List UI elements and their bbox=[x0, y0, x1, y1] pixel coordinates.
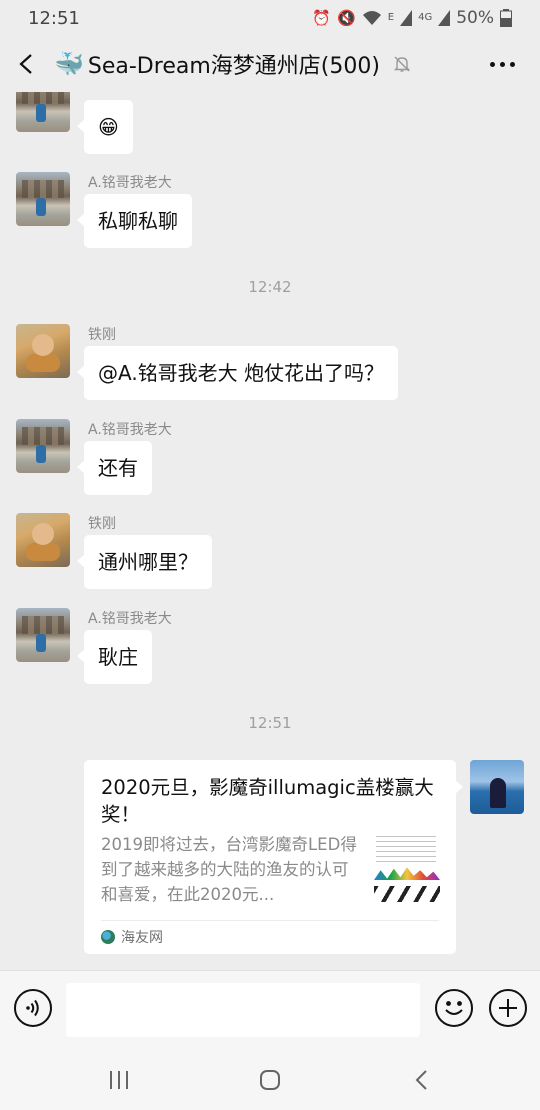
avatar[interactable] bbox=[16, 92, 70, 132]
back-button[interactable] bbox=[0, 36, 54, 92]
dot-icon bbox=[489, 61, 495, 67]
source-logo-icon bbox=[101, 930, 115, 944]
back-nav-button[interactable] bbox=[401, 1066, 441, 1094]
avatar[interactable] bbox=[16, 608, 70, 662]
status-bar: 12:51 ⏰ 🔇 E 4G 50% bbox=[0, 0, 540, 36]
battery-icon bbox=[500, 9, 512, 27]
timestamp: 12:51 bbox=[248, 714, 292, 732]
chat-header: 🐳 Sea-Dream海梦通州店(500) bbox=[0, 36, 540, 92]
smiley-icon bbox=[445, 1001, 463, 1015]
message-bubble[interactable]: 通州哪里？ bbox=[77, 535, 212, 589]
home-icon bbox=[260, 1070, 280, 1090]
sender-name: A.铭哥我老大 bbox=[88, 422, 172, 438]
chevron-left-icon bbox=[19, 54, 32, 74]
network-type-alt: 4G bbox=[418, 12, 433, 23]
recents-icon bbox=[110, 1071, 128, 1089]
mute-icon: 🔇 bbox=[337, 9, 356, 27]
voice-icon bbox=[26, 999, 39, 1017]
message-bubble[interactable]: 私聊私聊 bbox=[77, 194, 192, 248]
spectrum-graphic bbox=[374, 867, 440, 880]
avatar[interactable] bbox=[16, 419, 70, 473]
more-functions-button[interactable] bbox=[489, 989, 527, 1027]
divider bbox=[101, 920, 439, 921]
dot-icon bbox=[509, 61, 515, 67]
sender-name: 铁刚 bbox=[88, 516, 116, 532]
message-bubble[interactable]: @A.铭哥我老大 炮仗花出了吗？ bbox=[76, 346, 399, 400]
whale-icon: 🐳 bbox=[54, 50, 84, 78]
input-bar bbox=[0, 970, 540, 1050]
link-card[interactable]: 2020元旦，影魔奇illumagic盖楼赢大奖！ 2019即将过去，台湾影魔奇… bbox=[84, 760, 463, 954]
source-name: 海友网 bbox=[121, 930, 163, 946]
recents-button[interactable] bbox=[99, 1066, 139, 1094]
dot-icon bbox=[499, 61, 505, 67]
sender-name: A.铭哥我老大 bbox=[88, 611, 172, 627]
plus-icon bbox=[499, 999, 517, 1017]
battery-percent: 50% bbox=[456, 8, 494, 28]
spec-table-graphic bbox=[376, 836, 436, 864]
link-card-description: 2019即将过去，台湾影魔奇LED得到了越来越多的大陆的渔友的认可和喜爱，在此2… bbox=[101, 835, 357, 904]
wifi-icon bbox=[362, 11, 381, 25]
link-card-title: 2020元旦，影魔奇illumagic盖楼赢大奖！ bbox=[101, 776, 434, 826]
link-card-thumbnail bbox=[372, 834, 442, 906]
bell-off-icon bbox=[392, 54, 412, 74]
signal-icon-2 bbox=[438, 10, 451, 26]
message-input[interactable] bbox=[66, 983, 420, 1037]
chat-title[interactable]: 🐳 Sea-Dream海梦通州店(500) bbox=[54, 48, 412, 80]
emoji-button[interactable] bbox=[435, 989, 473, 1027]
message-bubble[interactable]: 还有 bbox=[77, 441, 152, 495]
voice-input-button[interactable] bbox=[14, 989, 52, 1027]
my-avatar[interactable] bbox=[470, 760, 524, 814]
light-fixture-graphic bbox=[374, 886, 440, 902]
message-bubble[interactable]: 耿庄 bbox=[77, 630, 152, 684]
sender-name: 铁刚 bbox=[88, 327, 116, 343]
chat-area[interactable]: 😁 A.铭哥我老大 私聊私聊 12:42 铁刚 @A.铭哥我老大 炮仗花出了吗？… bbox=[0, 92, 540, 970]
avatar[interactable] bbox=[16, 324, 70, 378]
timestamp: 12:42 bbox=[248, 278, 292, 296]
home-button[interactable] bbox=[250, 1066, 290, 1094]
status-icons: ⏰ 🔇 E 4G 50% bbox=[312, 8, 512, 28]
signal-icon-1 bbox=[400, 10, 413, 26]
alarm-icon: ⏰ bbox=[312, 9, 332, 27]
network-type: E bbox=[387, 12, 395, 23]
avatar[interactable] bbox=[16, 172, 70, 226]
sender-name: A.铭哥我老大 bbox=[88, 175, 172, 191]
avatar[interactable] bbox=[16, 513, 70, 567]
status-time: 12:51 bbox=[28, 7, 80, 29]
system-nav-bar bbox=[0, 1050, 540, 1110]
back-arrow-icon bbox=[415, 1070, 427, 1090]
link-card-source: 海友网 bbox=[101, 922, 163, 952]
message-bubble[interactable]: 😁 bbox=[77, 100, 133, 154]
chat-title-text: Sea-Dream海梦通州店(500) bbox=[87, 54, 380, 79]
more-options-button[interactable] bbox=[486, 50, 518, 78]
